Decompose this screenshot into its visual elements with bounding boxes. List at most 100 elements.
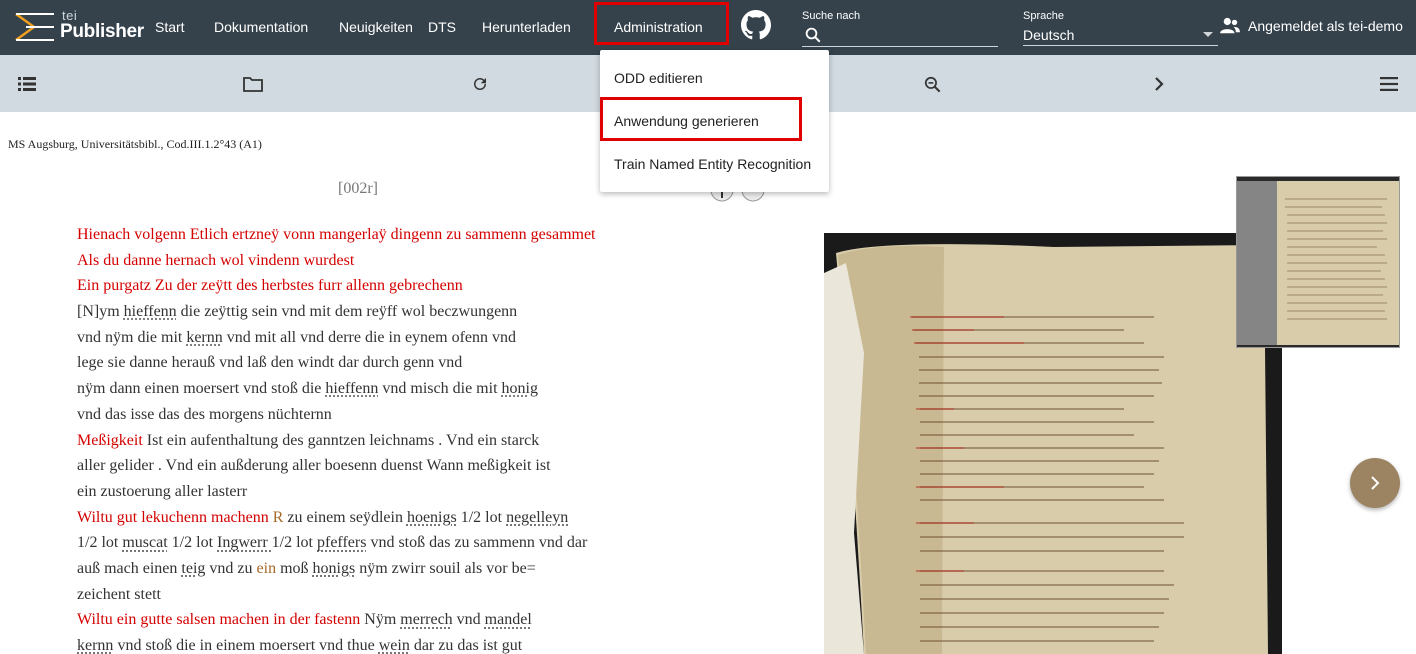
text-segment: vnd misch die mit bbox=[378, 380, 502, 398]
glossary-term[interactable]: mandel bbox=[485, 611, 532, 628]
glossary-term[interactable]: hieffenn bbox=[124, 303, 177, 320]
language-label: Sprache bbox=[1023, 10, 1064, 22]
text-segment: nÿm zwirr souil als vor be= bbox=[355, 559, 536, 577]
list-icon[interactable] bbox=[18, 77, 36, 91]
menu-item-train-ner[interactable]: Train Named Entity Recognition bbox=[614, 156, 811, 172]
user-group-icon[interactable] bbox=[1219, 17, 1241, 35]
facsimile-overview-thumbnail[interactable] bbox=[1236, 176, 1400, 348]
text-segment: vnd stoß die in einem moersert vnd thue bbox=[113, 637, 379, 654]
annotation-text: R bbox=[272, 508, 284, 526]
transcription-line: Als du danne hernach wol vindenn wurdest bbox=[77, 248, 777, 274]
search-icon bbox=[805, 27, 821, 43]
text-segment: moß bbox=[276, 559, 313, 577]
facsimile-image[interactable] bbox=[824, 233, 1282, 654]
text-segment: 1/2 lot bbox=[271, 534, 317, 552]
administration-menu: ODD editieren Anwendung generieren Train… bbox=[600, 50, 829, 192]
transcription-line: [N]ym hieffenn die zeÿttig sein vnd mit … bbox=[77, 299, 777, 325]
rubric-text: Wiltu gut lekuchenn machenn bbox=[77, 508, 269, 526]
administration-highlight-box bbox=[594, 2, 729, 45]
chevron-right-icon[interactable] bbox=[1153, 77, 1165, 91]
glossary-term[interactable]: hieffenn bbox=[325, 380, 378, 397]
nav-download[interactable]: Herunterladen bbox=[482, 19, 571, 35]
text-segment: lege sie danne herauß vnd laß den windt … bbox=[77, 354, 463, 372]
tei-publisher-logo[interactable]: tei Publisher bbox=[14, 8, 144, 45]
rubric-text: Meßigkeit bbox=[77, 431, 143, 449]
logged-in-user[interactable]: Angemeldet als tei-demo bbox=[1248, 18, 1403, 34]
text-segment: vnd zu bbox=[205, 559, 257, 577]
github-icon[interactable] bbox=[741, 10, 771, 40]
nav-documentation[interactable]: Dokumentation bbox=[214, 19, 308, 35]
text-segment: vnd mit all vnd derre die in eynem ofenn… bbox=[222, 328, 517, 346]
glossary-term[interactable]: honigs bbox=[313, 560, 356, 577]
rubric-text: Als du danne hernach wol vindenn wurdest bbox=[77, 251, 355, 269]
zoom-out-icon[interactable] bbox=[923, 75, 942, 94]
glossary-term[interactable]: kernn bbox=[186, 329, 222, 346]
transcription-line: aller gelider . Vnd ein außderung aller … bbox=[77, 453, 777, 479]
glossary-term[interactable]: merrech bbox=[400, 611, 452, 628]
text-segment: Ist ein aufenthaltung des ganntzen leich… bbox=[142, 431, 540, 449]
app-bar: tei Publisher Start Dokumentation Neuigk… bbox=[0, 0, 1416, 55]
text-segment: vnd bbox=[452, 611, 485, 629]
glossary-term[interactable]: kernn bbox=[77, 637, 113, 654]
transcription-line: Wiltu ein gutte salsen machen in der fas… bbox=[77, 607, 777, 633]
transcription-line: auß mach einen teig vnd zu ein moß honig… bbox=[77, 556, 777, 582]
text-segment: [N]ym bbox=[77, 303, 124, 321]
next-page-button[interactable] bbox=[1350, 458, 1400, 508]
nav-dts[interactable]: DTS bbox=[428, 19, 456, 35]
glossary-term[interactable]: wein bbox=[379, 637, 410, 654]
rubric-text: Ein purgatz Zu der zeÿtt des herbstes fu… bbox=[77, 277, 463, 295]
document-source: MS Augsburg, Universitätsbibl., Cod.III.… bbox=[8, 137, 262, 151]
menu-icon[interactable] bbox=[1380, 77, 1398, 91]
text-segment: zu einem seÿdlein bbox=[283, 508, 407, 526]
nav-start[interactable]: Start bbox=[155, 19, 185, 35]
glossary-term[interactable]: hoenigs bbox=[407, 509, 457, 526]
annotation-text: ein bbox=[256, 559, 277, 577]
text-segment: 1/2 lot bbox=[77, 534, 123, 552]
generate-app-highlight-box bbox=[600, 97, 802, 141]
glossary-term[interactable]: Ingwerr bbox=[217, 534, 272, 551]
nav-news[interactable]: Neuigkeiten bbox=[339, 19, 413, 35]
transcription-line: Ein purgatz Zu der zeÿtt des herbstes fu… bbox=[77, 273, 777, 299]
menu-item-edit-odd[interactable]: ODD editieren bbox=[614, 70, 703, 86]
glossary-term[interactable]: honig bbox=[502, 380, 538, 397]
transcription-line: zeichent stett bbox=[77, 582, 777, 608]
text-segment: vnd nÿm die mit bbox=[77, 328, 187, 346]
transcription-text: Hienach volgenn Etlich ertzneÿ vonn mang… bbox=[77, 222, 777, 654]
transcription-line: Meßigkeit Ist ein aufenthaltung des gann… bbox=[77, 428, 777, 454]
rubric-text: Hienach volgenn Etlich ertzneÿ vonn mang… bbox=[77, 226, 596, 243]
logo-chevron-icon bbox=[15, 12, 54, 42]
text-segment: zeichent stett bbox=[77, 585, 161, 603]
transcription-line: Hienach volgenn Etlich ertzneÿ vonn mang… bbox=[77, 222, 777, 248]
logo-publisher-text: Publisher bbox=[60, 21, 144, 42]
search-input[interactable] bbox=[828, 24, 998, 46]
language-underline bbox=[1023, 45, 1218, 46]
text-segment: vnd das isse das des morgens nüchternn bbox=[77, 405, 332, 423]
glossary-term[interactable]: teig bbox=[181, 560, 205, 577]
text-segment: vnd stoß das zu sammenn vnd dar bbox=[366, 534, 588, 552]
transcription-line: 1/2 lot muscat 1/2 lot Ingwerr 1/2 lot p… bbox=[77, 530, 777, 556]
text-segment: auß mach einen bbox=[77, 559, 182, 577]
text-segment: Nÿm bbox=[360, 611, 401, 629]
glossary-term[interactable]: pfeffers bbox=[317, 534, 366, 551]
chevron-right-icon bbox=[1371, 476, 1380, 490]
glossary-term[interactable]: negelleyn bbox=[506, 509, 568, 526]
text-segment: 1/2 lot bbox=[167, 534, 218, 552]
text-segment: aller gelider . Vnd ein außderung aller … bbox=[77, 457, 551, 475]
folder-icon[interactable] bbox=[243, 76, 263, 92]
text-segment: 1/2 lot bbox=[456, 508, 507, 526]
rubric-text: Wiltu ein gutte salsen machen in der fas… bbox=[77, 611, 361, 629]
transcription-line: vnd nÿm die mit kernn vnd mit all vnd de… bbox=[77, 325, 777, 351]
glossary-term[interactable]: muscat bbox=[122, 534, 167, 551]
search-underline bbox=[802, 46, 998, 47]
transcription-line: kernn vnd stoß die in einem moersert vnd… bbox=[77, 633, 777, 654]
reload-icon[interactable] bbox=[471, 75, 489, 93]
transcription-line: ein zustoerung aller lasterr bbox=[77, 479, 777, 505]
transcription-line: lege sie danne herauß vnd laß den windt … bbox=[77, 350, 777, 376]
language-select[interactable]: Deutsch bbox=[1023, 27, 1074, 43]
text-segment: die zeÿttig sein vnd mit dem reÿff wol b… bbox=[176, 303, 518, 321]
text-segment: nÿm dann einen moersert vnd stoß die bbox=[77, 380, 326, 398]
transcription-line: Wiltu gut lekuchenn machenn R zu einem s… bbox=[77, 505, 777, 531]
search-label: Suche nach bbox=[802, 10, 861, 22]
chevron-down-icon[interactable] bbox=[1203, 32, 1213, 37]
transcription-line: vnd das isse das des morgens nüchternn bbox=[77, 402, 777, 428]
